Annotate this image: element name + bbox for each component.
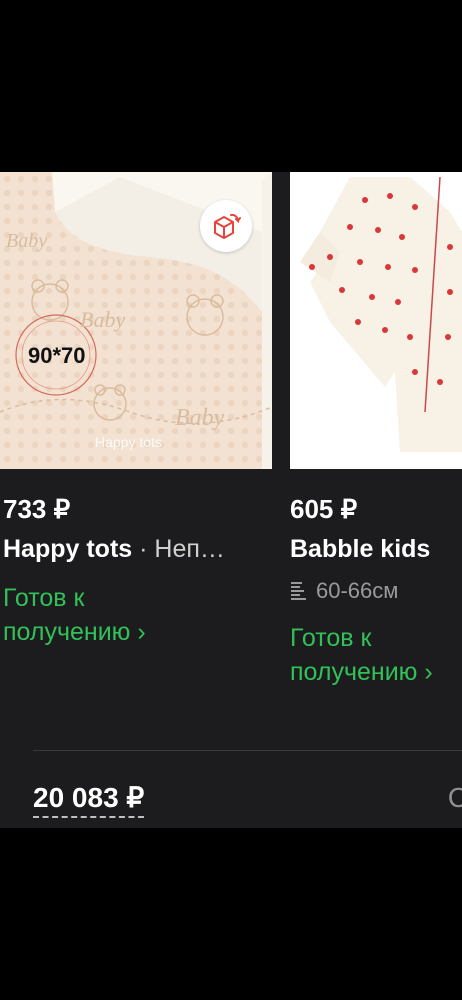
pickup-status-link[interactable]: Готов к получению ›	[3, 581, 146, 649]
pickup-status-line2: получению ›	[290, 658, 433, 686]
pickup-status-line1: Готов к	[3, 584, 85, 612]
product-subtitle: Неп…	[154, 535, 225, 563]
pickup-status-line2: получению ›	[3, 618, 146, 646]
product-image[interactable]: Baby Baby Baby 90*70 Happy tots	[0, 172, 272, 469]
divider	[33, 750, 462, 751]
product-carousel-panel: Baby Baby Baby 90*70 Happy tots 733 ₽ Ha…	[0, 172, 462, 828]
baby-romper-illustration	[290, 172, 462, 452]
product-title[interactable]: Babble kids	[290, 535, 430, 564]
product-price: 733 ₽	[3, 494, 71, 524]
product-image-watermark: Happy tots	[95, 434, 162, 450]
product-card-happy-tots[interactable]: Baby Baby Baby 90*70 Happy tots 733 ₽ Ha…	[0, 172, 272, 646]
pickup-status-line1: Готов к	[290, 624, 372, 652]
product-image-print-2: Baby	[80, 307, 125, 332]
product-brand: Happy tots	[3, 535, 133, 563]
checkout-button-edge[interactable]: С	[448, 782, 462, 814]
product-size-value: 60-66см	[316, 578, 399, 603]
product-size: 60-66см	[290, 578, 398, 604]
cart-total[interactable]: 20 083 ₽	[33, 782, 145, 818]
product-size-overlay: 90*70	[28, 343, 86, 368]
product-brand: Babble kids	[290, 535, 431, 563]
product-card-babble-kids[interactable]: 605 ₽ Babble kids 60-66см Готов к получе…	[290, 172, 462, 686]
product-image-print-3: Baby	[175, 405, 225, 431]
product-title[interactable]: Happy tots · Неп…	[3, 535, 225, 564]
size-lines-icon	[291, 582, 306, 600]
title-separator: ·	[132, 535, 155, 563]
product-image-print-1: Baby	[6, 230, 47, 252]
box-return-icon[interactable]	[200, 200, 252, 252]
product-price: 605 ₽	[290, 494, 358, 524]
pickup-status-link[interactable]: Готов к получению ›	[290, 621, 433, 689]
product-image[interactable]	[290, 172, 462, 469]
